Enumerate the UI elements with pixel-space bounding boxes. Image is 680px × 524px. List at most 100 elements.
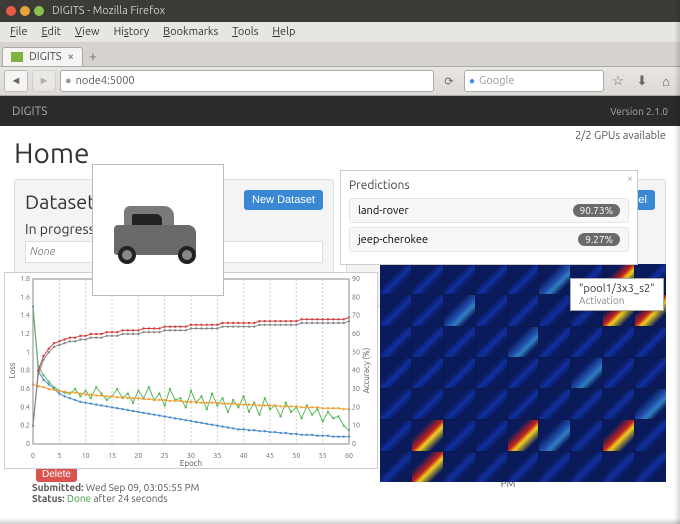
activation-cell[interactable] xyxy=(539,420,570,450)
svg-text:0: 0 xyxy=(31,452,35,460)
activation-cell[interactable] xyxy=(412,358,443,388)
activation-cell[interactable] xyxy=(571,452,602,482)
downloads-icon[interactable]: ⬇ xyxy=(632,71,652,91)
activation-cell[interactable] xyxy=(603,358,634,388)
activation-cell[interactable] xyxy=(539,389,570,419)
activation-cell[interactable] xyxy=(635,358,666,388)
status-after: after 24 seconds xyxy=(93,493,167,504)
activation-cell[interactable] xyxy=(380,389,411,419)
activation-cell[interactable] xyxy=(508,389,539,419)
menu-help[interactable]: Help xyxy=(266,24,301,40)
menu-history[interactable]: History xyxy=(108,24,156,40)
activation-cell[interactable] xyxy=(508,327,539,357)
activation-cell[interactable] xyxy=(380,358,411,388)
svg-text:Accuracy (%): Accuracy (%) xyxy=(362,348,371,394)
activation-cell[interactable] xyxy=(571,358,602,388)
browser-search-input[interactable]: ● Google xyxy=(464,70,604,92)
activation-cell[interactable] xyxy=(508,452,539,482)
activation-cell[interactable] xyxy=(380,295,411,325)
svg-text:70: 70 xyxy=(352,312,360,320)
prediction-image-thumbnail xyxy=(92,164,224,296)
activation-cell[interactable] xyxy=(635,389,666,419)
menu-view[interactable]: View xyxy=(69,24,106,40)
svg-text:25: 25 xyxy=(161,452,169,460)
tab-label: DIGITS xyxy=(29,51,62,63)
activation-cell[interactable] xyxy=(476,420,507,450)
activation-cell[interactable] xyxy=(444,327,475,357)
tab-close-button[interactable]: × xyxy=(68,51,74,63)
svg-text:45: 45 xyxy=(266,452,274,460)
activation-cell[interactable] xyxy=(635,420,666,450)
activation-cell[interactable] xyxy=(476,327,507,357)
svg-text:20: 20 xyxy=(352,403,360,411)
menu-file[interactable]: File xyxy=(4,24,33,40)
forward-button[interactable]: ► xyxy=(32,70,56,92)
activation-cell[interactable] xyxy=(508,420,539,450)
activation-cell[interactable] xyxy=(380,452,411,482)
activation-cell[interactable] xyxy=(380,420,411,450)
activation-cell[interactable] xyxy=(539,327,570,357)
activation-cell[interactable] xyxy=(635,452,666,482)
activation-cell[interactable] xyxy=(508,358,539,388)
activation-cell[interactable] xyxy=(444,295,475,325)
activation-cell[interactable] xyxy=(476,264,507,294)
svg-text:50: 50 xyxy=(352,348,360,356)
activation-cell[interactable] xyxy=(412,420,443,450)
new-dataset-button[interactable]: New Dataset xyxy=(244,190,323,210)
menu-bookmarks[interactable]: Bookmarks xyxy=(157,24,224,40)
predictions-panel: × Predictions land-rover 90.73% jeep-che… xyxy=(340,170,638,265)
bookmark-star-icon[interactable]: ☆ xyxy=(608,71,628,91)
prediction-row: jeep-cherokee 9.27% xyxy=(349,227,629,252)
activation-cell[interactable] xyxy=(444,452,475,482)
submitted-value: Wed Sep 09, 03:05:55 PM xyxy=(86,482,199,493)
activation-cell[interactable] xyxy=(412,389,443,419)
app-brand[interactable]: DIGITS xyxy=(12,105,48,118)
app-header: DIGITS Version 2.1.0 xyxy=(0,96,680,126)
activation-cell[interactable] xyxy=(539,295,570,325)
activation-cell[interactable] xyxy=(603,420,634,450)
activation-cell[interactable] xyxy=(571,327,602,357)
activation-cell[interactable] xyxy=(508,264,539,294)
activation-cell[interactable] xyxy=(603,452,634,482)
activation-cell[interactable] xyxy=(444,420,475,450)
browser-tab[interactable]: DIGITS × xyxy=(2,47,83,66)
svg-text:35: 35 xyxy=(213,452,221,460)
activation-cell[interactable] xyxy=(476,295,507,325)
activation-cell[interactable] xyxy=(539,358,570,388)
activation-cell[interactable] xyxy=(571,420,602,450)
prediction-pct: 90.73% xyxy=(573,204,620,217)
activation-cell[interactable] xyxy=(412,452,443,482)
activation-cell[interactable] xyxy=(412,295,443,325)
activation-cell[interactable] xyxy=(508,295,539,325)
activation-cell[interactable] xyxy=(539,452,570,482)
close-window-button[interactable] xyxy=(6,6,16,16)
svg-text:40: 40 xyxy=(240,452,248,460)
training-chart: 05101520253035404550556000.20.40.60.811.… xyxy=(4,272,378,469)
activation-cell[interactable] xyxy=(603,389,634,419)
home-icon[interactable]: ⌂ xyxy=(656,71,676,91)
activation-cell[interactable] xyxy=(476,389,507,419)
activation-cell[interactable] xyxy=(539,264,570,294)
back-button[interactable]: ◄ xyxy=(4,70,28,92)
activation-cell[interactable] xyxy=(635,327,666,357)
activation-cell[interactable] xyxy=(380,264,411,294)
activation-cell[interactable] xyxy=(444,264,475,294)
activation-cell[interactable] xyxy=(476,358,507,388)
menu-edit[interactable]: Edit xyxy=(35,24,67,40)
activation-cell[interactable] xyxy=(444,358,475,388)
activation-cell[interactable] xyxy=(444,389,475,419)
activation-cell[interactable] xyxy=(380,327,411,357)
minimize-window-button[interactable] xyxy=(20,6,30,16)
reload-button[interactable]: ⟳ xyxy=(438,71,460,91)
close-icon[interactable]: × xyxy=(627,173,633,185)
maximize-window-button[interactable] xyxy=(34,6,44,16)
activation-cell[interactable] xyxy=(412,264,443,294)
svg-text:15: 15 xyxy=(108,452,116,460)
activation-cell[interactable] xyxy=(476,452,507,482)
activation-cell[interactable] xyxy=(412,327,443,357)
menu-tools[interactable]: Tools xyxy=(226,24,264,40)
activation-cell[interactable] xyxy=(571,389,602,419)
activation-cell[interactable] xyxy=(603,327,634,357)
new-tab-button[interactable]: + xyxy=(83,48,103,66)
url-input[interactable]: ● node4:5000 xyxy=(60,70,434,92)
